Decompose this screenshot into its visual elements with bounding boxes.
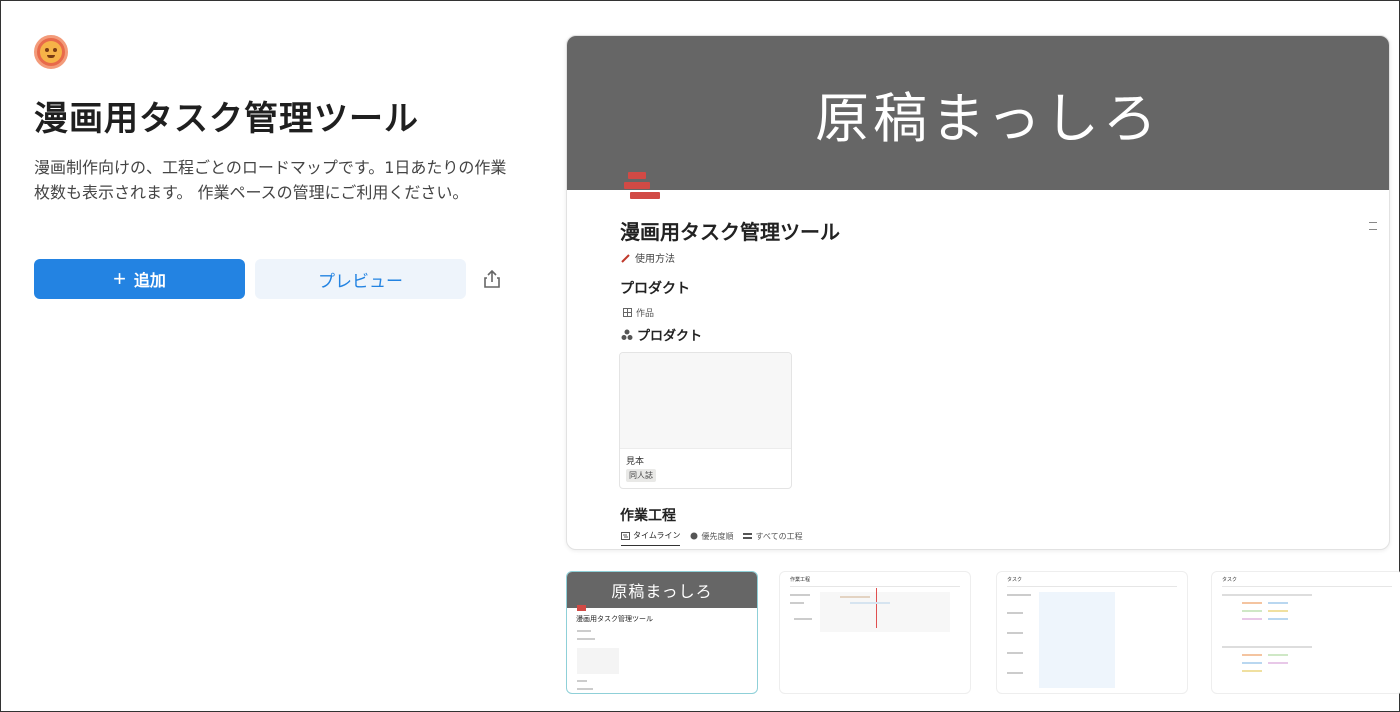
- priority-icon: [690, 532, 698, 540]
- section-process-heading: 作業工程: [620, 508, 676, 524]
- thumbnail-cover: 原稿まっしろ: [567, 572, 757, 608]
- gallery-card: 見本 同人誌: [619, 352, 792, 489]
- template-preview[interactable]: 原稿まっしろ 漫画用タスク管理ツール 使用方法 プロダクト 作品 プロダクト 見…: [566, 35, 1390, 550]
- creator-avatar[interactable]: [34, 35, 68, 69]
- card-image: [620, 353, 791, 449]
- tab-all-processes-label: すべての工程: [755, 531, 803, 541]
- preview-page-title: 漫画用タスク管理ツール: [620, 220, 840, 244]
- product-db-title: プロダクト: [637, 329, 703, 344]
- card-tag: 同人誌: [626, 469, 656, 482]
- usage-link-label: 使用方法: [635, 254, 675, 265]
- add-button[interactable]: + 追加: [34, 259, 245, 299]
- template-title: 漫画用タスク管理ツール: [34, 99, 419, 139]
- thumbnail-title: 漫画用タスク管理ツール: [576, 615, 653, 623]
- view-tabs: タイムライン 優先度順 すべての工程: [621, 530, 803, 546]
- timeline-icon: [621, 531, 630, 540]
- page-icon: [624, 172, 660, 204]
- thumbnail-3-heading: タスク: [1007, 577, 1023, 583]
- tab-priority: 優先度順: [690, 530, 733, 546]
- list-icon: [743, 533, 753, 539]
- add-button-label: 追加: [133, 273, 166, 290]
- plus-icon: +: [113, 266, 126, 291]
- section-product-heading: プロダクト: [620, 281, 690, 297]
- tab-all-processes: すべての工程: [743, 530, 803, 546]
- thumbnail-2[interactable]: 作業工程: [779, 571, 971, 694]
- preview-button-label: プレビュー: [318, 271, 403, 291]
- thumbnail-page-icon: [577, 605, 586, 611]
- template-description: 漫画制作向けの、工程ごとのロードマップです。1日あたりの作業枚数も表示されます。…: [34, 158, 507, 202]
- thumbnail-3[interactable]: タスク: [996, 571, 1188, 694]
- thumbnail-2-heading: 作業工程: [790, 577, 811, 583]
- share-icon: [484, 269, 500, 288]
- thumbnail-4-heading: タスク: [1222, 577, 1238, 583]
- fox-icon: [40, 41, 62, 63]
- tab-timeline-label: タイムライン: [633, 531, 681, 540]
- preview-button[interactable]: プレビュー: [255, 259, 466, 299]
- table-icon: [623, 308, 632, 317]
- shapes-icon: [621, 329, 633, 340]
- product-db-heading: プロダクト: [621, 325, 702, 344]
- tab-priority-label: 優先度順: [701, 531, 734, 541]
- thumbnail-4[interactable]: タスク: [1211, 571, 1400, 694]
- cover-text: 原稿まっしろ: [815, 86, 1161, 150]
- works-link: 作品: [623, 306, 654, 319]
- share-button[interactable]: [479, 266, 505, 292]
- card-name: 見本: [626, 457, 645, 467]
- works-link-label: 作品: [636, 309, 655, 319]
- page-outline-icon: [1369, 222, 1377, 236]
- usage-link: 使用方法: [621, 250, 675, 265]
- thumbnail-1[interactable]: 原稿まっしろ 漫画用タスク管理ツール: [566, 571, 758, 694]
- cover-image: 原稿まっしろ: [567, 36, 1389, 190]
- tab-timeline: タイムライン: [621, 530, 681, 546]
- pen-icon: [621, 253, 630, 263]
